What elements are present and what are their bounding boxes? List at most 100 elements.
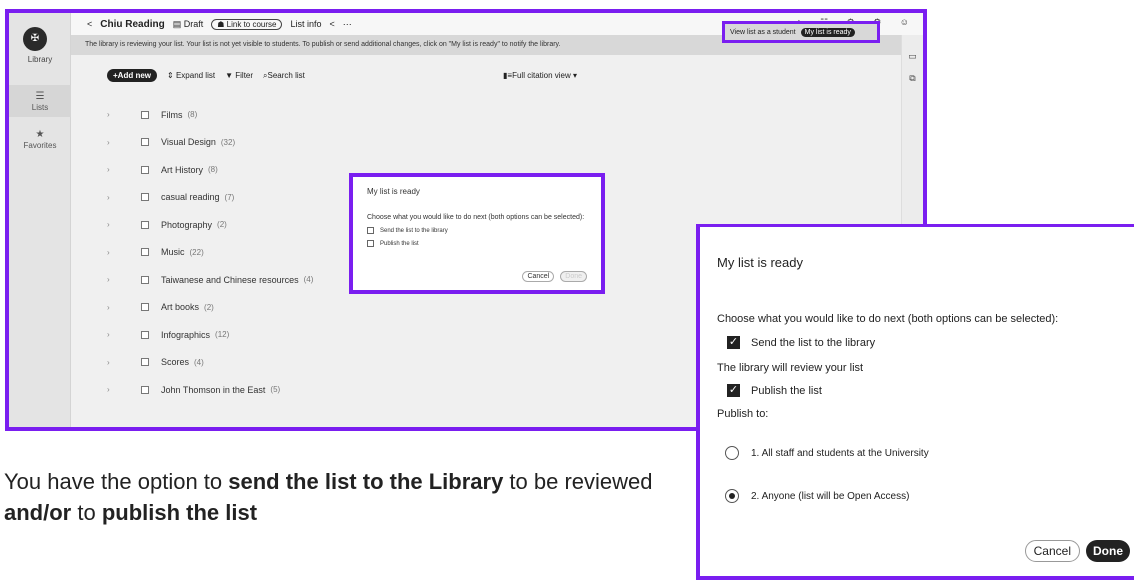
dialog-actions: Cancel Done: [1024, 540, 1130, 562]
section-checkbox[interactable]: [141, 358, 149, 367]
chevron-right-icon[interactable]: ›: [107, 358, 141, 367]
citation-view-dropdown[interactable]: ▮≡Full citation view ▾: [503, 71, 577, 80]
mini-done-button[interactable]: Done: [560, 271, 587, 282]
chevron-right-icon[interactable]: ›: [107, 138, 141, 147]
section-checkbox[interactable]: [141, 165, 149, 174]
audience-option-university[interactable]: 1. All staff and students at the Univers…: [725, 446, 929, 460]
section-checkbox[interactable]: [141, 193, 149, 202]
rail-item-favorites-label: Favorites: [23, 141, 57, 150]
option-anyone-label: 2. Anyone (list will be Open Access): [751, 490, 910, 502]
section-row[interactable]: › casual reading (7): [107, 184, 313, 212]
expand-icon: ⇕: [167, 71, 174, 80]
section-name: Art books: [161, 302, 200, 313]
section-checkbox[interactable]: [141, 248, 149, 257]
section-count: (4): [194, 357, 204, 367]
my-list-ready-button[interactable]: My list is ready: [800, 27, 855, 37]
rail-item-lists[interactable]: ☰ Lists: [9, 85, 71, 117]
caption-text-1: You have the option to: [4, 469, 229, 494]
share-icon[interactable]: <: [330, 19, 335, 29]
section-checkbox[interactable]: [141, 330, 149, 339]
caption-bold-1: send the list to the Library: [228, 469, 504, 494]
mini-send-checkbox[interactable]: [367, 227, 374, 234]
draft-label: Draft: [183, 18, 204, 29]
chevron-right-icon[interactable]: ›: [107, 303, 141, 312]
mini-send-option[interactable]: Send the list to the library: [367, 227, 587, 234]
section-name: Visual Design: [161, 137, 216, 148]
chevron-right-icon[interactable]: ›: [107, 385, 141, 394]
list-info-link[interactable]: List info: [290, 19, 321, 29]
back-icon[interactable]: <: [87, 19, 92, 29]
send-to-library-option[interactable]: ✓ Send the list to the library: [727, 336, 875, 349]
university-logo-icon[interactable]: ✠: [23, 27, 47, 51]
mini-cancel-button[interactable]: Cancel: [522, 271, 555, 282]
section-name: Art History: [161, 164, 204, 175]
filter-button[interactable]: ▼ Filter: [225, 71, 253, 80]
section-row[interactable]: › Scores (4): [107, 349, 313, 377]
section-checkbox[interactable]: [141, 385, 149, 394]
review-note: The library will review your list: [717, 362, 864, 374]
draft-status: ▤ Draft: [173, 19, 204, 30]
section-count: (7): [224, 192, 235, 202]
section-checkbox[interactable]: [141, 275, 149, 284]
section-checkbox[interactable]: [141, 220, 149, 229]
publish-option[interactable]: ✓ Publish the list: [727, 384, 822, 397]
section-row[interactable]: › John Thomson in the East (5): [107, 376, 313, 404]
section-row[interactable]: › Photography (2): [107, 211, 313, 239]
mini-publish-label: Publish the list: [380, 240, 419, 247]
view-as-student-link[interactable]: View list as a student: [730, 29, 796, 36]
list-title: Chiu Reading: [100, 18, 165, 30]
caption-bold-3: publish the list: [101, 500, 258, 525]
citation-view-label: Full citation view ▾: [512, 71, 578, 80]
section-row[interactable]: › Music (22): [107, 239, 313, 267]
rail-item-favorites[interactable]: ★ Favorites: [9, 129, 71, 150]
cancel-button[interactable]: Cancel: [1024, 540, 1080, 562]
expand-list-button[interactable]: ⇕ Expand list: [167, 71, 215, 80]
section-row[interactable]: › Films (8): [107, 101, 313, 129]
chevron-right-icon[interactable]: ›: [107, 330, 141, 339]
section-count: (4): [303, 275, 314, 285]
mini-dialog-instruction: Choose what you would like to do next (b…: [367, 214, 585, 221]
radio-university[interactable]: [725, 446, 739, 460]
send-checkbox[interactable]: ✓: [727, 336, 740, 349]
mini-ready-dialog: My list is ready Choose what you would l…: [349, 173, 605, 294]
publish-label: Publish the list: [751, 384, 822, 397]
section-checkbox[interactable]: [141, 303, 149, 312]
option-university-label: 1. All staff and students at the Univers…: [751, 447, 929, 459]
more-icon[interactable]: ⋯: [343, 19, 352, 30]
section-count: (12): [215, 330, 230, 340]
section-row[interactable]: › Visual Design (32): [107, 129, 313, 157]
section-count: (22): [189, 247, 204, 257]
chevron-right-icon[interactable]: ›: [107, 110, 141, 119]
copy-icon[interactable]: ⧉: [902, 67, 923, 89]
search-list-button[interactable]: ⌕Search list: [263, 71, 305, 81]
done-button[interactable]: Done: [1086, 540, 1130, 562]
audience-option-anyone[interactable]: 2. Anyone (list will be Open Access): [725, 489, 909, 503]
section-checkbox[interactable]: [141, 110, 149, 119]
comment-icon[interactable]: ▭: [902, 45, 923, 67]
section-checkbox[interactable]: [141, 138, 149, 147]
link-to-course-button[interactable]: ☗ Link to course: [211, 18, 283, 30]
section-row[interactable]: › Taiwanese and Chinese resources (4): [107, 266, 313, 294]
chevron-right-icon[interactable]: ›: [107, 193, 141, 202]
chevron-right-icon[interactable]: ›: [107, 220, 141, 229]
mini-dialog-actions: Cancel Done: [522, 271, 587, 282]
section-count: (2): [217, 220, 227, 230]
section-count: (5): [270, 385, 281, 395]
chevron-right-icon[interactable]: ›: [107, 248, 141, 257]
section-row[interactable]: › Infographics (12): [107, 321, 313, 349]
notice-actions-highlight: View list as a student My list is ready: [722, 21, 880, 43]
section-name: Photography: [161, 219, 213, 230]
radio-anyone[interactable]: [725, 489, 739, 503]
left-rail: ✠ Library ☰ Lists ★ Favorites: [9, 13, 71, 427]
mini-publish-checkbox[interactable]: [367, 240, 374, 247]
mini-publish-option[interactable]: Publish the list: [367, 240, 587, 247]
expand-list-label: Expand list: [175, 71, 216, 80]
add-new-button[interactable]: +Add new: [107, 69, 158, 82]
chevron-right-icon[interactable]: ›: [107, 165, 141, 174]
instruction-caption: You have the option to send the list to …: [4, 466, 694, 528]
chevron-right-icon[interactable]: ›: [107, 275, 141, 284]
section-row[interactable]: › Art books (2): [107, 294, 313, 322]
section-row[interactable]: › Art History (8): [107, 156, 313, 184]
publish-checkbox[interactable]: ✓: [727, 384, 740, 397]
section-name: Infographics: [161, 329, 211, 340]
